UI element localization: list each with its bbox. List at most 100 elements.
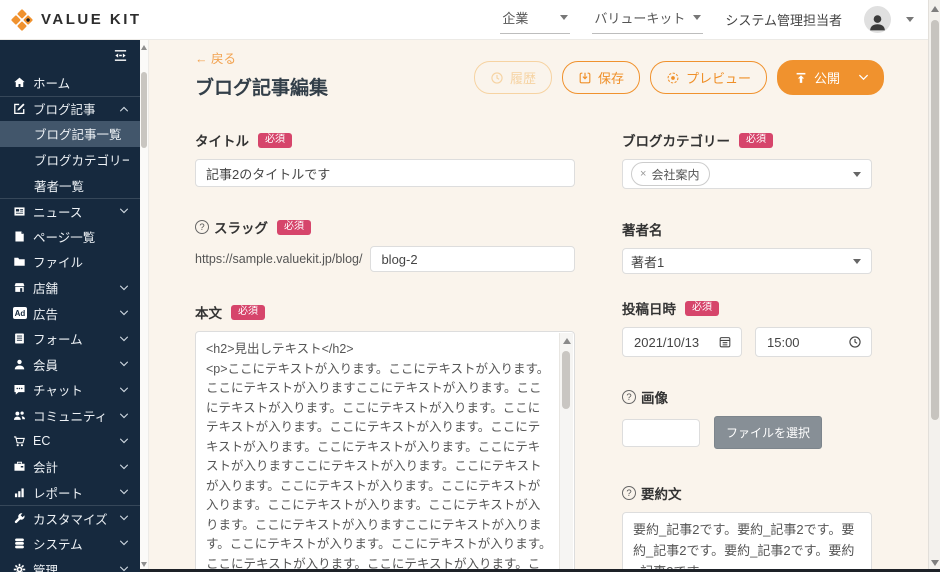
body-scrollbar-thumb[interactable] [562,351,570,409]
scroll-down-arrow-icon[interactable] [931,560,939,566]
slug-field-group: ? スラッグ 必須 https://sample.valuekit.jp/blo… [195,217,575,272]
sidebar-item-files[interactable]: ファイル [0,249,140,275]
time-input[interactable]: 15:00 [755,327,872,357]
slug-input[interactable]: blog-2 [370,246,575,272]
member-icon [13,358,26,371]
scroll-up-arrow-icon[interactable] [563,338,571,344]
body-textarea[interactable]: <h2>見出しテキスト</h2> <p>ここにテキストが入ります。ここにテキスト… [195,331,575,572]
calendar-icon[interactable] [718,335,732,349]
sidebar: ホーム ブログ記事 ブログ記事一覧 ブログカテゴリー 著者一覧 ニュース [0,40,140,572]
body-label: 本文 [195,302,222,322]
publish-datetime-label: 投稿日時 [622,298,676,318]
sidebar-scrollbar-thumb[interactable] [141,72,147,148]
category-label: ブログカテゴリー [622,130,730,150]
help-icon[interactable]: ? [622,390,636,404]
sidebar-item-home[interactable]: ホーム [0,70,140,96]
title-input[interactable]: 記事2のタイトルです [195,159,575,187]
body-textarea-content: <h2>見出しテキスト</h2> <p>ここにテキストが入ります。ここにテキスト… [206,340,552,572]
sidebar-item-chat[interactable]: チャット [0,377,140,403]
chevron-down-icon [119,436,129,446]
title-label: タイトル [195,130,249,150]
body-field-group: 本文 必須 <h2>見出しテキスト</h2> <p>ここにテキストが入ります。こ… [195,302,575,572]
sidebar-item-ec[interactable]: EC [0,428,140,454]
avatar[interactable] [864,6,891,33]
store-icon [13,281,26,294]
user-menu[interactable] [864,6,914,33]
scroll-down-arrow-icon[interactable] [141,562,147,567]
chevron-down-icon[interactable] [858,72,869,83]
summary-textarea[interactable]: 要約_記事2です。要約_記事2です。要約_記事2です。要約_記事2です。要約_記… [622,512,872,572]
date-input[interactable]: 2021/10/13 [622,327,742,357]
chevron-down-icon [119,308,129,318]
preview-button[interactable]: プレビュー [650,61,767,94]
sidebar-item-author-list[interactable]: 著者一覧 [0,172,140,198]
chevron-down-icon [119,206,129,216]
sidebar-item-customize[interactable]: カスタマイズ [0,505,140,531]
image-field-group: ? 画像 ファイルを選択 [622,387,872,449]
save-button[interactable]: 保存 [562,61,640,94]
blog-edit-icon [13,102,26,115]
sidebar-item-news[interactable]: ニュース [0,198,140,224]
sidebar-item-blog-category[interactable]: ブログカテゴリー [0,147,140,173]
publish-button[interactable]: 公開 [777,60,884,95]
image-label: 画像 [641,387,668,407]
help-icon[interactable]: ? [195,220,209,234]
file-select-button[interactable]: ファイルを選択 [714,416,822,449]
author-field-group: 著者名 著者1 [622,219,872,274]
sidebar-item-store[interactable]: 店舗 [0,275,140,301]
sidebar-item-blog-list[interactable]: ブログ記事一覧 [0,121,140,147]
sidebar-item-forms[interactable]: フォーム [0,326,140,352]
community-icon [13,409,26,422]
chevron-down-icon [119,359,129,369]
category-select[interactable]: × 会社案内 [622,159,872,189]
back-link[interactable]: ← 戻る [195,48,236,67]
chevron-down-icon [119,283,129,293]
sidebar-item-admin[interactable]: 管理 [0,556,140,572]
sidebar-item-reports[interactable]: レポート [0,480,140,506]
chevron-down-icon [853,259,861,264]
required-badge: 必須 [277,220,311,235]
chevron-down-icon [906,17,914,22]
chevron-down-icon [119,462,129,472]
author-select[interactable]: 著者1 [622,248,872,274]
page-actions: 履歴 保存 プレビュー 公開 [474,60,884,95]
chevron-down-icon [119,334,129,344]
company-select-value: 企業 [502,8,528,27]
sidebar-item-community[interactable]: コミュニティ [0,403,140,429]
chevron-down-icon [119,564,129,572]
page-icon [13,230,26,243]
title-field-group: タイトル 必須 記事2のタイトルです [195,130,575,187]
page-scrollbar[interactable] [928,0,940,572]
sidebar-item-ads[interactable]: Ad 広告 [0,300,140,326]
app-logo[interactable]: VALUE KIT [10,8,142,32]
chevron-down-icon [119,513,129,523]
service-select[interactable]: バリューキット [592,5,703,34]
author-label: 著者名 [622,219,663,239]
remove-tag-icon[interactable]: × [640,168,646,180]
image-filename-input[interactable] [622,419,700,447]
company-select[interactable]: 企業 [500,5,570,34]
sidebar-item-system[interactable]: システム [0,531,140,557]
logo-text: VALUE KIT [41,11,142,28]
chevron-down-icon [560,15,568,20]
chevron-up-icon [119,104,129,114]
sidebar-scrollbar[interactable] [140,40,149,572]
scroll-up-arrow-icon[interactable] [141,45,147,50]
sidebar-item-blog[interactable]: ブログ記事 [0,96,140,122]
page-scrollbar-thumb[interactable] [931,20,939,420]
slug-label: スラッグ [214,217,268,237]
scroll-up-arrow-icon[interactable] [931,6,939,12]
sidebar-item-members[interactable]: 会員 [0,352,140,378]
briefcase-icon [13,460,26,473]
category-tag: × 会社案内 [631,162,710,186]
category-field-group: ブログカテゴリー 必須 × 会社案内 [622,130,872,189]
clock-icon[interactable] [848,335,862,349]
summary-field-group: ? 要約文 要約_記事2です。要約_記事2です。要約_記事2です。要約_記事2で… [622,483,872,572]
sidebar-collapse-button[interactable] [113,48,128,63]
sidebar-item-pages[interactable]: ページ一覧 [0,224,140,250]
body-textarea-scrollbar[interactable] [559,333,573,572]
sidebar-item-accounting[interactable]: 会計 [0,454,140,480]
bar-chart-icon [13,486,26,499]
history-button[interactable]: 履歴 [474,61,552,94]
help-icon[interactable]: ? [622,486,636,500]
